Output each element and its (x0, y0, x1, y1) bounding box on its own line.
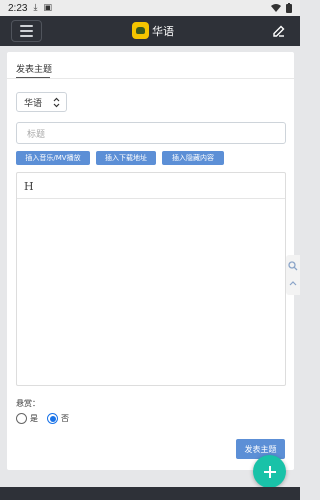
edit-icon[interactable] (272, 24, 286, 38)
insert-hidden-button[interactable]: 插入隐藏内容 (162, 151, 224, 165)
battery-icon (286, 3, 292, 13)
submit-button[interactable]: 发表主题 (236, 439, 285, 459)
reward-yes-radio[interactable] (16, 413, 27, 424)
wifi-icon (271, 4, 281, 12)
reward-options: 是 否 (16, 413, 69, 424)
reward-label: 悬赏： (16, 399, 40, 408)
divider (7, 78, 294, 79)
notification-icon: ▣ (43, 3, 52, 13)
post-form-card: 发表主题 华语 标题 插入音乐/MV播放 插入下载地址 插入隐藏内容 H 悬赏：… (7, 52, 294, 470)
status-time: 2:23 (8, 2, 28, 14)
title-input[interactable]: 标题 (16, 122, 286, 144)
brand-logo-icon (132, 22, 149, 39)
side-toolbar (286, 255, 300, 295)
editor-toolbar: H (17, 173, 285, 199)
reward-yes-label: 是 (30, 414, 38, 423)
brand[interactable]: 华语 (132, 22, 174, 39)
chevron-up-icon[interactable] (288, 279, 298, 289)
brand-title: 华语 (152, 24, 174, 38)
bottom-bar (0, 487, 300, 500)
language-select-value: 华语 (24, 98, 43, 109)
reward-no-label: 否 (61, 414, 69, 423)
insert-download-button[interactable]: 插入下载地址 (96, 151, 156, 165)
search-icon[interactable] (288, 261, 298, 271)
reward-no-radio[interactable] (47, 413, 58, 424)
language-select[interactable]: 华语 (16, 92, 67, 112)
fab-add-button[interactable] (253, 455, 286, 488)
plus-icon (263, 465, 276, 478)
insert-music-button[interactable]: 插入音乐/MV播放 (16, 151, 90, 165)
updown-chevron-icon (53, 97, 60, 108)
hamburger-icon (20, 25, 33, 27)
download-icon: ⤓ (33, 3, 38, 13)
menu-button[interactable] (11, 20, 42, 42)
status-bar: 2:23 ⤓ ▣ (0, 0, 300, 16)
top-navbar: 华语 (0, 16, 300, 46)
content-editor[interactable]: H (16, 172, 286, 386)
heading-tool-button[interactable]: H (24, 180, 34, 193)
